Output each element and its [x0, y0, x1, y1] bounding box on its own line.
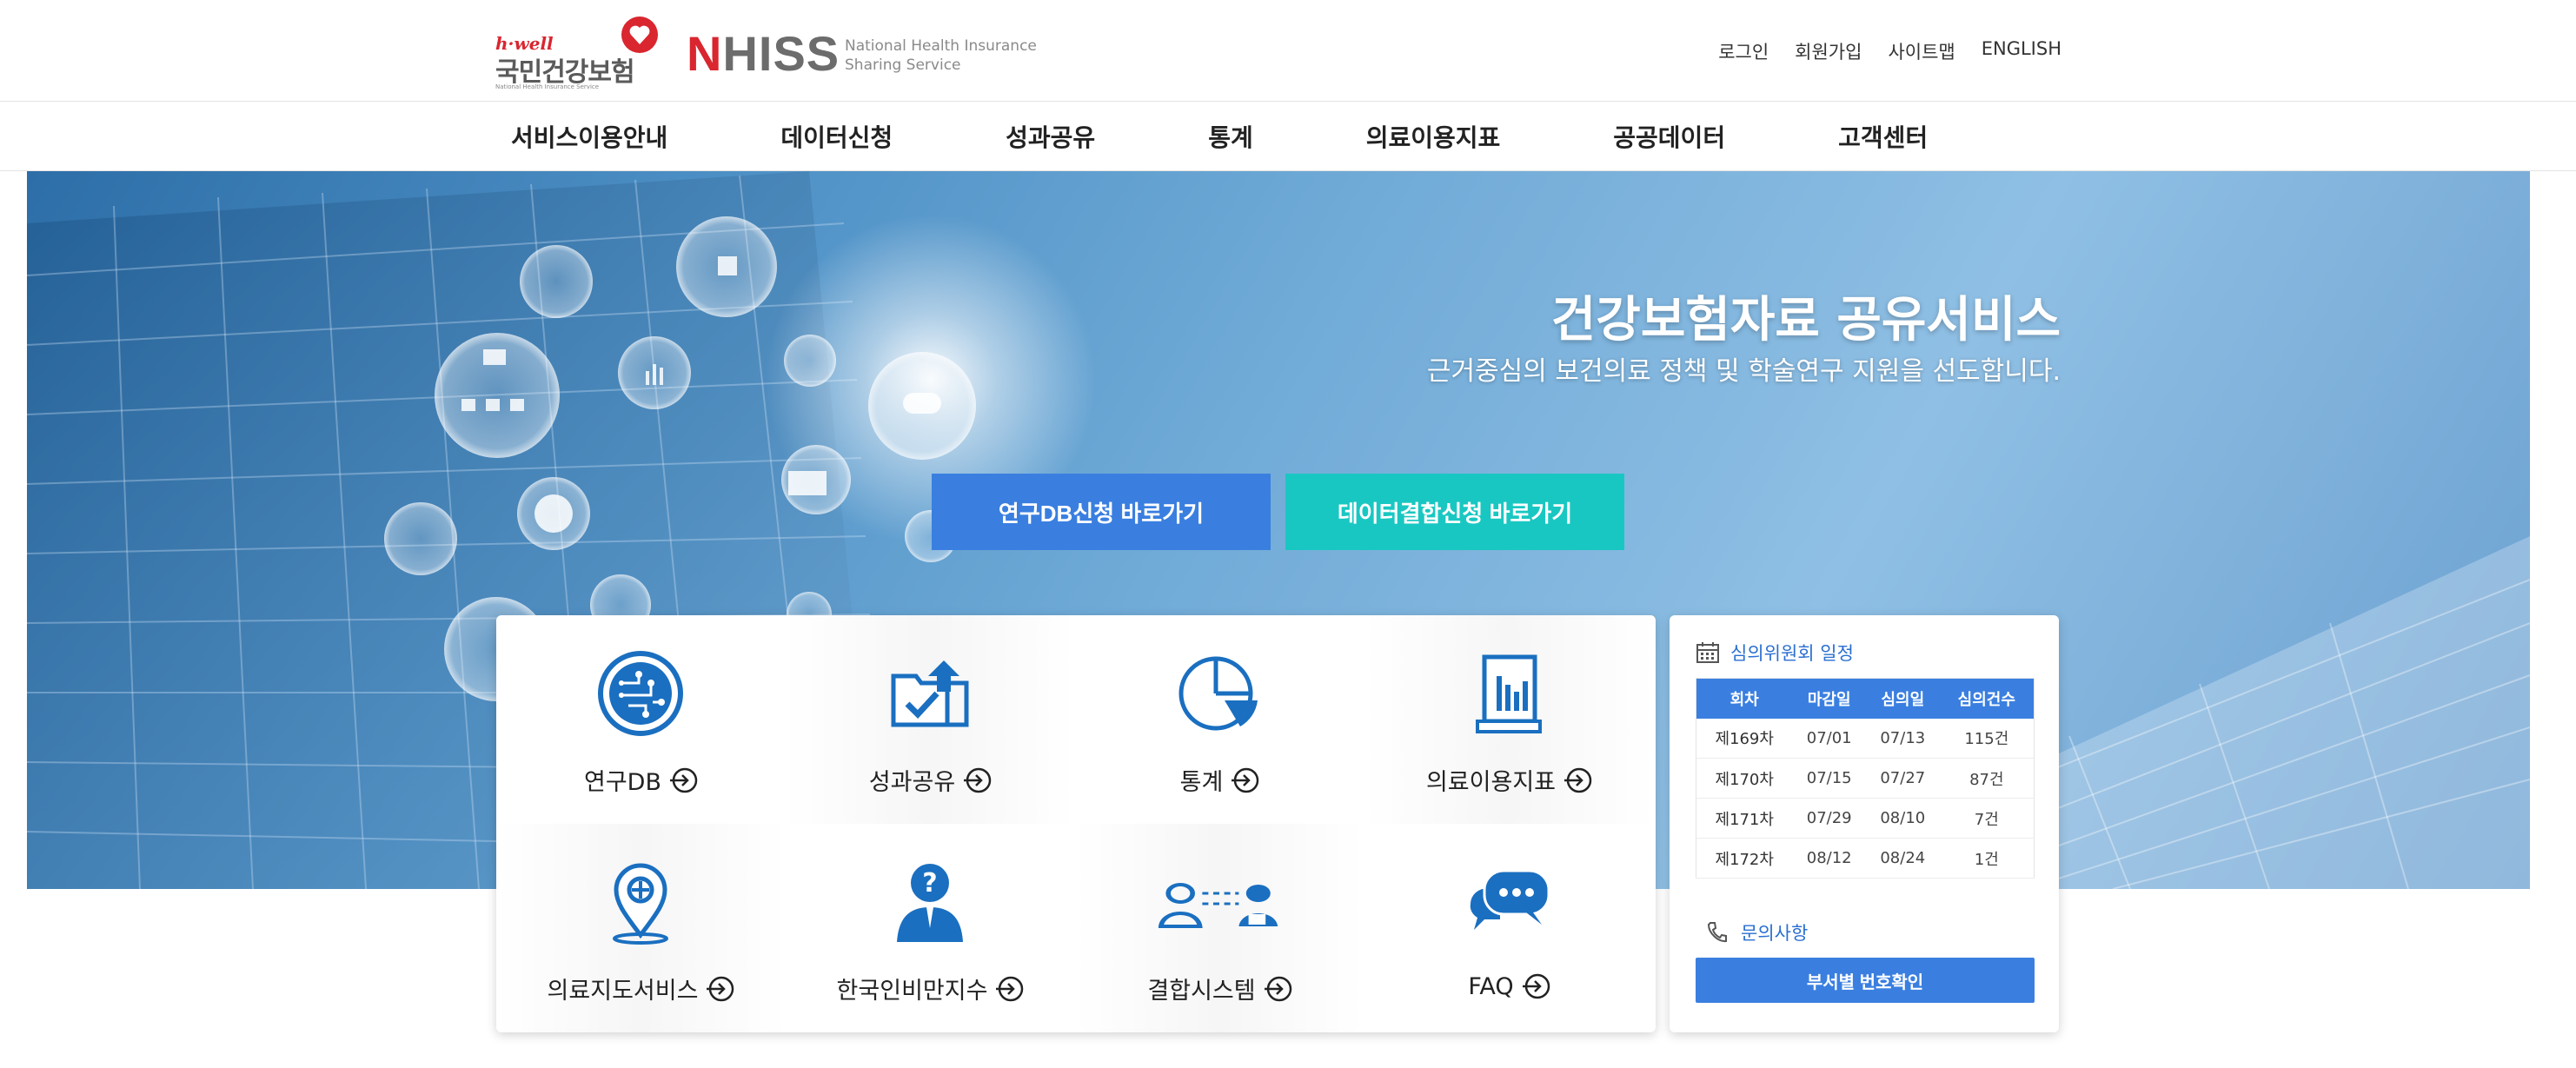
chat-bubbles-icon [1470, 869, 1550, 930]
col-deadline: 마감일 [1792, 678, 1866, 719]
arrow-circle-icon [1522, 973, 1550, 999]
cell-round: 제171차 [1696, 798, 1793, 839]
committee-schedule-card: 심의위원회 일정 회차 마감일 심의일 심의건수 제169차 07/01 07/… [1670, 615, 2059, 1032]
heart-icon [621, 17, 658, 53]
sitemap-link[interactable]: 사이트맵 [1888, 38, 1955, 64]
cell-review-date: 07/13 [1866, 718, 1940, 759]
arrow-circle-icon [996, 976, 1024, 1001]
utility-nav: 로그인 회원가입 사이트맵 ENGLISH [1718, 38, 2061, 64]
quick-label-faq: FAQ [1468, 972, 1514, 1000]
table-row: 제171차 07/29 08/10 7건 [1696, 798, 2035, 839]
circuit-icon [598, 651, 683, 736]
nav-results[interactable]: 성과공유 [1006, 119, 1095, 154]
people-link-icon [1159, 883, 1278, 928]
quick-label-results: 성과공유 [868, 769, 956, 796]
quick-label-merge-system: 결합시스템 [1147, 978, 1256, 1005]
nav-customer-center[interactable]: 고객센터 [1838, 119, 1928, 154]
arrow-circle-icon [1232, 767, 1259, 793]
col-round: 회차 [1696, 678, 1793, 719]
hero-subtitle: 근거중심의 보건의료 정책 및 학술연구 지원을 선도합니다. [1426, 356, 2061, 387]
table-row: 제172차 08/12 08/24 1건 [1696, 838, 2035, 879]
quick-item-obesity-index[interactable]: ? 한국인비만지수 [786, 824, 1075, 1032]
signup-link[interactable]: 회원가입 [1795, 38, 1862, 64]
logo-rest: HISS [722, 26, 840, 81]
quick-label-medical-map: 의료지도서비스 [547, 978, 699, 1005]
login-link[interactable]: 로그인 [1718, 38, 1769, 64]
document-chart-icon [1476, 654, 1542, 733]
map-pin-icon [613, 863, 668, 945]
phone-icon [1707, 922, 1727, 943]
col-review-date: 심의일 [1866, 678, 1940, 719]
cell-review-count: 87건 [1939, 758, 2035, 799]
logo-n: N [687, 26, 723, 81]
person-question-icon: ? [897, 864, 963, 942]
schedule-table: 회차 마감일 심의일 심의건수 제169차 07/01 07/13 115건 제… [1696, 678, 2035, 879]
quick-item-statistics[interactable]: 통계 [1075, 615, 1364, 824]
quick-item-merge-system[interactable]: 결합시스템 [1075, 824, 1364, 1032]
nav-medical-index[interactable]: 의료이용지표 [1366, 119, 1501, 154]
pie-chart-icon [1178, 656, 1258, 731]
research-db-apply-button[interactable]: 연구DB신청 바로가기 [932, 474, 1271, 550]
quick-menu-card: 연구DB 성과공유 통계 의료이용지표 의료지도서비스 ? 한국인비만지수 결합… [496, 615, 1656, 1032]
quick-label-research-db: 연구DB [584, 769, 661, 796]
table-row: 제170차 07/15 07/27 87건 [1696, 758, 2035, 799]
cell-round: 제169차 [1696, 718, 1793, 759]
quick-item-results[interactable]: 성과공유 [786, 615, 1075, 824]
cell-deadline: 08/12 [1792, 838, 1866, 879]
cell-review-date: 08/24 [1866, 838, 1940, 879]
calendar-icon [1696, 642, 1719, 663]
nav-service-guide[interactable]: 서비스이용안내 [511, 119, 667, 154]
quick-label-obesity-index: 한국인비만지수 [836, 978, 988, 1005]
arrow-circle-icon [1564, 767, 1592, 793]
quick-item-medical-map[interactable]: 의료지도서비스 [496, 824, 786, 1032]
arrow-circle-icon [670, 767, 698, 793]
quick-item-medical-index[interactable]: 의료이용지표 [1364, 615, 1654, 824]
department-phone-button[interactable]: 부서별 번호확인 [1696, 958, 2035, 1003]
cell-review-date: 07/27 [1866, 758, 1940, 799]
table-row: 제169차 07/01 07/13 115건 [1696, 718, 2035, 759]
cell-round: 제172차 [1696, 838, 1793, 879]
cell-review-count: 115건 [1939, 718, 2035, 759]
cell-review-count: 1건 [1939, 838, 2035, 879]
arrow-circle-icon [964, 767, 992, 793]
hero-title: 건강보험자료 공유서비스 [1550, 292, 2061, 348]
arrow-circle-icon [707, 976, 734, 1001]
nhiss-logo[interactable]: NHISS [687, 30, 840, 78]
quick-item-research-db[interactable]: 연구DB [496, 615, 786, 824]
col-review-count: 심의건수 [1939, 678, 2035, 719]
arrow-circle-icon [1264, 976, 1291, 1001]
quick-label-medical-index: 의료이용지표 [1425, 769, 1557, 796]
quick-label-statistics: 통계 [1179, 769, 1224, 796]
contact-title: 문의사항 [1741, 923, 1809, 944]
cell-review-count: 7건 [1939, 798, 2035, 839]
data-merge-apply-button[interactable]: 데이터결합신청 바로가기 [1285, 474, 1624, 550]
nav-public-data[interactable]: 공공데이터 [1613, 119, 1725, 154]
cell-deadline: 07/15 [1792, 758, 1866, 799]
cell-round: 제170차 [1696, 758, 1793, 799]
schedule-title: 심의위원회 일정 [1730, 643, 1854, 664]
folder-check-icon [891, 660, 969, 727]
nhis-logo[interactable]: h·well 국민건강보험 National Health Insurance … [495, 16, 669, 90]
nhiss-description: National Health Insurance Sharing Servic… [845, 37, 1037, 74]
org-subtitle: National Health Insurance Service [495, 83, 600, 90]
main-nav: 서비스이용안내 데이터신청 성과공유 통계 의료이용지표 공공데이터 고객센터 [0, 102, 2576, 171]
svg-text:?: ? [922, 868, 937, 899]
cell-review-date: 08/10 [1866, 798, 1940, 839]
cell-deadline: 07/01 [1792, 718, 1866, 759]
nav-statistics[interactable]: 통계 [1208, 119, 1253, 154]
english-link[interactable]: ENGLISH [1982, 38, 2061, 64]
site-header: h·well 국민건강보험 National Health Insurance … [0, 0, 2576, 102]
quick-item-faq[interactable]: FAQ [1364, 824, 1654, 1032]
nav-data-request[interactable]: 데이터신청 [780, 119, 893, 154]
cell-deadline: 07/29 [1792, 798, 1866, 839]
